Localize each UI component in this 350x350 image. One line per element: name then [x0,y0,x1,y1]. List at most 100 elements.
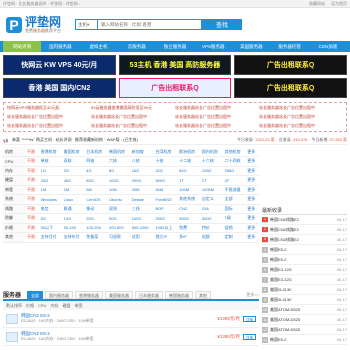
text-ad-link[interactable]: 站长服务器站长广告位置出租中 [91,123,175,129]
filter-option[interactable]: 1T [177,175,200,186]
filter-option[interactable]: 不限 [25,194,39,205]
sort-option[interactable]: 带宽 [74,303,82,309]
section-tab[interactable]: 全部 [27,290,44,299]
filter-option[interactable]: 不限 [25,156,39,167]
filter-option[interactable]: 单核 [38,156,62,167]
site-logo[interactable]: P 评垫网 免费服务器推荐平台 [6,16,61,34]
filter-option[interactable]: 100G [129,213,154,224]
filter-option[interactable]: 六核 [107,156,130,167]
sidebar-list-item[interactable]: 12 美国ATOM-D525 06-17 [262,325,347,335]
text-ad-link[interactable]: 站长服务器站长广告位置出租中 [175,105,259,111]
filter-option[interactable]: 200G [153,213,178,224]
filter-option[interactable]: 十核 [153,156,178,167]
filter-option[interactable]: 20G [38,175,62,186]
section-tab[interactable]: 美国服务器 [105,290,134,299]
filter-option[interactable]: 20M [129,185,154,195]
nav-item[interactable]: 美国服务器 [232,41,270,52]
filter-option[interactable]: 1G [38,166,62,176]
filter-option[interactable]: Linux [61,194,85,205]
filter-option[interactable]: 不限 [25,166,39,176]
nav-item[interactable]: CDN加速 [309,41,347,52]
filter-option[interactable]: 促销 [222,223,246,233]
search-button[interactable]: 查找 [202,19,243,30]
filter-option[interactable]: 更多 [245,185,259,195]
filter-option[interactable]: 不限 [25,223,39,233]
filter-option[interactable]: 台湾机房 [153,147,178,157]
filter-option[interactable]: 500G [153,175,178,186]
filter-option[interactable]: 5M [84,185,107,195]
filter-option[interactable]: 日本机房 [84,147,107,157]
section-tab[interactable]: 日本服务器 [135,290,164,299]
sort-option[interactable]: 内存 [50,303,58,309]
filter-option[interactable]: 更多 [245,232,259,243]
filter-option[interactable]: 100G [107,175,130,186]
filter-option[interactable]: 支持月付 [38,232,62,243]
sidebar-list-item[interactable]: 3 韩国CN2线路E2 06-17 [262,235,347,245]
filter-option[interactable]: 1000以上 [153,223,178,233]
filter-option[interactable]: 100M [177,185,200,195]
banner-ad[interactable]: 广告出租联系Q [234,78,347,98]
sidebar-list-item[interactable]: 11 美国ATOM-D525 06-17 [262,315,347,325]
filter-option[interactable]: 1M [38,185,62,195]
filter-option[interactable]: 十二核 [177,156,200,167]
section-tab[interactable]: 其他 [195,290,212,299]
filter-option[interactable]: 5G [38,213,62,224]
filter-option[interactable]: Windows [38,194,62,205]
filter-option[interactable]: 不限 [25,185,39,195]
filter-option[interactable]: 4G [84,166,107,176]
filter-option[interactable]: 支持年付 [61,232,85,243]
text-ad-link[interactable]: 站长服务器站长广告位置出租中 [259,123,343,129]
text-ad-link[interactable]: 站长服务器站长广告位置出租中 [259,114,343,120]
server-list-item[interactable]: 韩国CN2 E5-2 E5-2620 · 16G内存 · 240G SSD · 1… [3,328,259,346]
filter-option[interactable]: 64G [177,166,200,176]
filter-option[interactable]: 200-500 [107,223,130,233]
filter-option[interactable]: 不限 [25,204,39,214]
filter-option[interactable]: 新加坡 [129,147,154,157]
filter-option[interactable]: 特价 [199,223,223,233]
filter-option[interactable]: 国际 [222,204,246,214]
filter-option[interactable]: 可退款 [107,232,130,243]
filter-option[interactable]: 50G [107,213,130,224]
filter-option[interactable]: 更多 [245,223,259,233]
sort-option[interactable]: 默认排序 [6,303,22,309]
text-ad-link[interactable]: 站长服务器站长广告位置出租中 [7,123,91,129]
sidebar-list-item[interactable]: 7 美国E3-12G 06-17 [262,275,347,285]
bookmark-link[interactable]: 收藏网站 [309,1,325,7]
filter-option[interactable]: 三线 [129,204,154,214]
filter-option[interactable]: 更多 [245,194,259,205]
filter-option[interactable]: 300G [177,213,200,224]
filter-option[interactable]: 不限 [25,232,39,243]
filter-option[interactable]: 不限流量 [222,185,246,195]
nav-item[interactable]: 独立服务器 [156,41,194,52]
nav-item[interactable]: 云服务器 [118,41,156,52]
filter-option[interactable]: Ubuntu [107,194,130,205]
filter-option[interactable]: 10M [107,185,130,195]
filter-option[interactable]: 2G [61,166,85,176]
filter-option[interactable]: CN2 [177,204,200,214]
server-list-item[interactable]: 韩国CN2 E5-2 E5-2620 · 16G内存 · 240G SSD · 1… [3,310,259,328]
filter-option[interactable]: 不限 [25,147,39,157]
filter-option[interactable]: 更多 [245,204,259,214]
nav-item[interactable]: 虚拟主机 [79,41,117,52]
filter-option[interactable]: 免备案 [84,232,107,243]
sidebar-list-item[interactable]: 8 美国i3-4130 06-17 [262,285,347,295]
sidebar-list-item[interactable]: 1 韩国CN2线路E2 06-17 [262,215,347,225]
filter-option[interactable]: 八核 [129,156,154,167]
text-ad-link[interactable]: 站长服务器站长广告位置出租中 [175,123,259,129]
banner-ad[interactable]: 广告出租联系Q [118,78,232,98]
filter-option[interactable]: 香港机房 [38,147,62,157]
sort-option[interactable]: 硬盘 [62,303,70,309]
sidebar-list-item[interactable]: 10 美国ATOM-D525 06-17 [262,305,347,315]
filter-option[interactable]: 美国机房 [61,147,85,157]
nav-item[interactable]: 国内服务器 [41,41,79,52]
filter-option[interactable]: 不限 [25,213,39,224]
filter-option[interactable]: 国内机房 [199,147,223,157]
filter-option[interactable]: 双线 [107,204,130,214]
filter-option[interactable]: 50-100 [61,223,85,233]
filter-option[interactable]: FreeBSD [153,194,178,205]
filter-option[interactable]: 全部 [222,194,246,205]
section-tab[interactable]: 香港服务器 [75,290,104,299]
filter-option[interactable]: 欧洲机房 [177,147,200,157]
filter-option[interactable]: 更多 [245,166,259,176]
sort-option[interactable]: CPU [38,303,46,308]
